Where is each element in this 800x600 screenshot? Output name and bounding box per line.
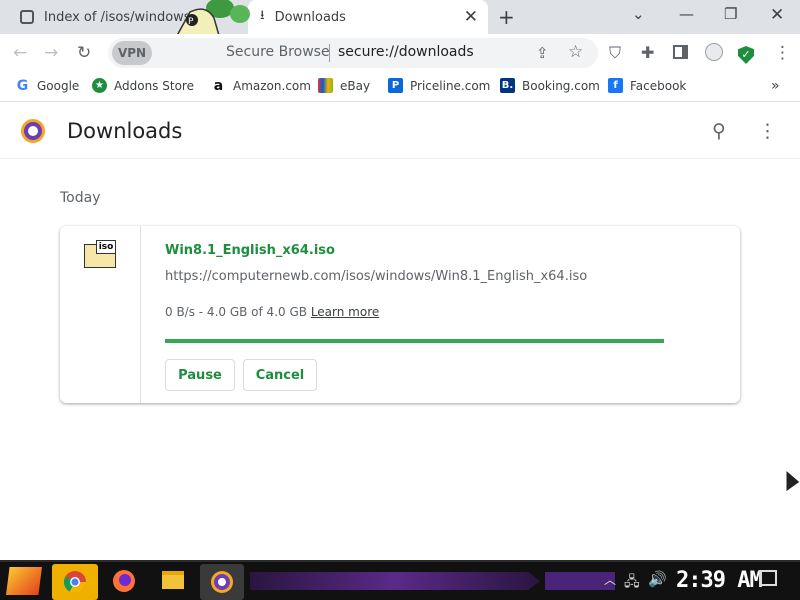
tab-strip: Index of /isos/windows/ ⭳ Downloads ✕ + … [0, 0, 800, 34]
pause-button[interactable]: Pause [165, 359, 235, 391]
chrome-icon [64, 571, 86, 593]
booking-icon: B. [500, 78, 515, 93]
svg-text:P: P [188, 17, 194, 27]
bookmark-google[interactable]: G Google [15, 77, 80, 94]
tab-downloads[interactable]: ⭳ Downloads ✕ [248, 0, 488, 34]
profile-avatar-icon[interactable] [705, 43, 723, 66]
share-icon[interactable]: ⇪ [536, 43, 549, 63]
firefox-icon[interactable] [112, 569, 136, 593]
bookmark-amazon[interactable]: a Amazon.com [211, 77, 311, 94]
file-explorer-icon[interactable] [162, 571, 184, 589]
notifications-icon[interactable] [759, 570, 777, 586]
amazon-icon: a [213, 77, 224, 94]
taskbar-decoration [250, 572, 540, 590]
reload-icon[interactable]: ↻ [77, 43, 91, 63]
secure-browse-label: Secure Browse [226, 44, 330, 60]
shield-extension-icon[interactable]: ⛉ [609, 43, 621, 63]
more-actions-icon[interactable]: ⋮ [758, 120, 777, 142]
file-name-link[interactable]: Win8.1_English_x64.iso [165, 243, 335, 258]
bookmark-ebay[interactable]: eBay [318, 78, 370, 93]
tab-label: Downloads [274, 9, 346, 25]
priceline-icon: P [388, 78, 403, 93]
extensions-puzzle-icon[interactable]: ✚ [641, 43, 654, 63]
volume-icon[interactable]: 🔊 [648, 570, 667, 588]
address-bar[interactable]: VPN Secure Browse secure://downloads ⇪ ☆ [108, 38, 598, 68]
url-text[interactable]: secure://downloads [338, 44, 474, 60]
taskbar: ︿ 🖧 🔊 2:39 AM [0, 560, 800, 600]
security-check-icon[interactable]: ✓ [738, 43, 754, 64]
taskbar-clock[interactable]: 2:39 AM [676, 568, 763, 593]
tab-search-icon[interactable]: ⌄ [632, 5, 645, 23]
browser-toolbar: ← → ↻ VPN Secure Browse secure://downloa… [0, 34, 800, 72]
close-window-icon[interactable]: ✕ [770, 5, 784, 25]
bookmark-priceline[interactable]: P Priceline.com [388, 78, 490, 93]
ebay-icon [318, 78, 333, 93]
progress-bar [165, 339, 664, 343]
google-icon: G [16, 77, 29, 94]
progress-fill [165, 339, 664, 343]
back-icon[interactable]: ← [13, 43, 27, 63]
addons-store-icon: ★ [92, 78, 107, 93]
search-icon[interactable]: ⚲ [712, 120, 726, 142]
taskbar-browser[interactable] [200, 564, 244, 600]
page-icon [20, 10, 34, 24]
download-status: 0 B/s - 4.0 GB of 4.0 GB Learn more [165, 305, 380, 319]
cancel-button[interactable]: Cancel [243, 359, 317, 391]
downloads-header: Downloads ⚲ ⋮ [0, 103, 800, 159]
forward-icon[interactable]: → [44, 43, 58, 63]
facebook-icon: f [608, 78, 623, 93]
vpn-button[interactable]: VPN [112, 41, 152, 65]
bookmark-addons-store[interactable]: ★ Addons Store [92, 78, 194, 93]
mouse-cursor-icon [786, 470, 800, 493]
omnibox-divider [329, 44, 330, 62]
new-tab-icon[interactable]: + [498, 5, 515, 29]
bookmark-facebook[interactable]: f Facebook [608, 78, 686, 93]
more-bookmarks-icon[interactable]: » [771, 78, 780, 94]
card-divider [140, 226, 141, 403]
date-section-heading: Today [60, 190, 101, 206]
learn-more-link[interactable]: Learn more [311, 305, 379, 319]
sidebar-icon[interactable] [673, 44, 688, 64]
close-tab-icon[interactable]: ✕ [464, 8, 478, 26]
menu-kebab-icon[interactable]: ⋮ [774, 43, 791, 63]
bookmarks-bar: G Google ★ Addons Store a Amazon.com eBa… [0, 72, 800, 102]
minimize-icon[interactable]: — [679, 5, 694, 23]
start-button[interactable] [6, 567, 42, 595]
source-url[interactable]: https://computernewb.com/isos/windows/Wi… [165, 269, 587, 284]
download-item-card: iso Win8.1_English_x64.iso https://compu… [60, 226, 740, 403]
show-hidden-icons-icon[interactable]: ︿ [604, 571, 616, 588]
taskbar-chrome[interactable] [52, 564, 98, 600]
iso-file-icon: iso [84, 240, 116, 268]
restore-icon[interactable]: ❐ [724, 5, 737, 23]
bookmark-star-icon[interactable]: ☆ [568, 42, 583, 62]
page-title: Downloads [67, 119, 183, 143]
network-icon[interactable]: 🖧 [624, 571, 640, 595]
bookmark-booking[interactable]: B. Booking.com [500, 78, 600, 93]
browser-logo-icon [21, 119, 45, 143]
browser-taskbar-icon [211, 571, 233, 593]
